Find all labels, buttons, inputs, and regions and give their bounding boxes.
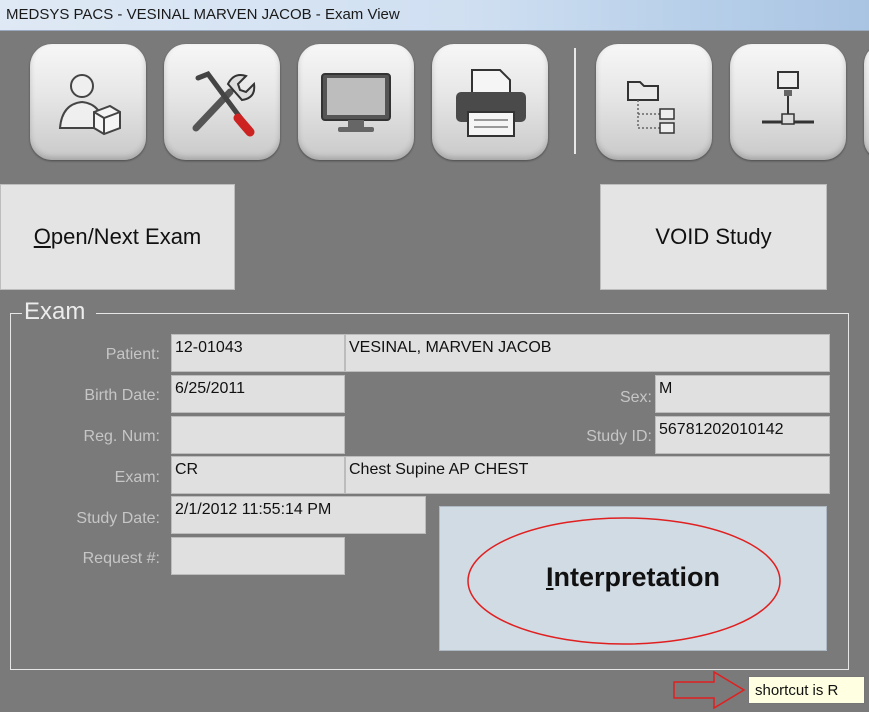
interpretation-mnemonic: I	[545, 562, 554, 592]
interpretation-button[interactable]: Interpretation	[439, 506, 827, 651]
toolbar-overflow-button[interactable]	[864, 44, 869, 160]
exam-group-border	[10, 313, 22, 314]
exam-label: Exam:	[114, 469, 160, 486]
tools-button[interactable]	[164, 44, 280, 160]
sex-label: Sex:	[619, 389, 652, 406]
exam-group-legend: Exam	[22, 298, 88, 326]
user-package-icon	[58, 74, 121, 136]
interpretation-label-rest: nterpretation	[553, 562, 721, 592]
study-id-label: Study ID:	[586, 428, 652, 445]
sex-field[interactable]: M	[655, 375, 830, 413]
exam-group-border	[96, 313, 848, 314]
birth-date-field[interactable]: 6/25/2011	[171, 375, 345, 413]
reg-num-field[interactable]	[171, 416, 345, 454]
study-date-field[interactable]: 2/1/2012 11:55:14 PM	[171, 496, 426, 534]
network-icon	[762, 71, 814, 125]
patient-label: Patient:	[105, 346, 160, 363]
open-next-label: pen/Next Exam	[50, 224, 202, 249]
open-next-exam-button[interactable]: Open/Next Exam	[0, 184, 235, 290]
folder-tree-button[interactable]	[596, 44, 712, 160]
arrow-right-icon	[673, 670, 746, 710]
printer-icon	[456, 69, 526, 137]
toolbar-separator	[574, 48, 576, 154]
tools-icon	[192, 70, 256, 137]
patient-name-field[interactable]: VESINAL, MARVEN JACOB	[345, 334, 830, 372]
user-package-button[interactable]	[30, 44, 146, 160]
patient-id-field[interactable]: 12-01043	[171, 334, 345, 372]
study-id-field[interactable]: 56781202010142	[655, 416, 830, 454]
void-study-button[interactable]: VOID Study	[600, 184, 827, 290]
request-num-field[interactable]	[171, 537, 345, 575]
network-button[interactable]	[730, 44, 846, 160]
exam-description-field[interactable]: Chest Supine AP CHEST	[345, 456, 830, 494]
interpretation-label: Interpretation	[440, 562, 826, 593]
modality-field[interactable]: CR	[171, 456, 345, 494]
open-next-mnemonic: O	[33, 224, 51, 249]
window-title: MEDSYS PACS - VESINAL MARVEN JACOB - Exa…	[6, 6, 400, 23]
study-date-label: Study Date:	[76, 510, 160, 527]
birth-date-label: Birth Date:	[84, 387, 160, 404]
reg-num-label: Reg. Num:	[83, 428, 160, 445]
request-num-label: Request #:	[82, 550, 160, 567]
shortcut-tooltip: shortcut is R	[748, 676, 865, 704]
title-bar: MEDSYS PACS - VESINAL MARVEN JACOB - Exa…	[0, 0, 869, 31]
folder-tree-icon	[627, 81, 675, 134]
monitor-button[interactable]	[298, 44, 414, 160]
print-button[interactable]	[432, 44, 548, 160]
monitor-icon	[321, 73, 391, 132]
